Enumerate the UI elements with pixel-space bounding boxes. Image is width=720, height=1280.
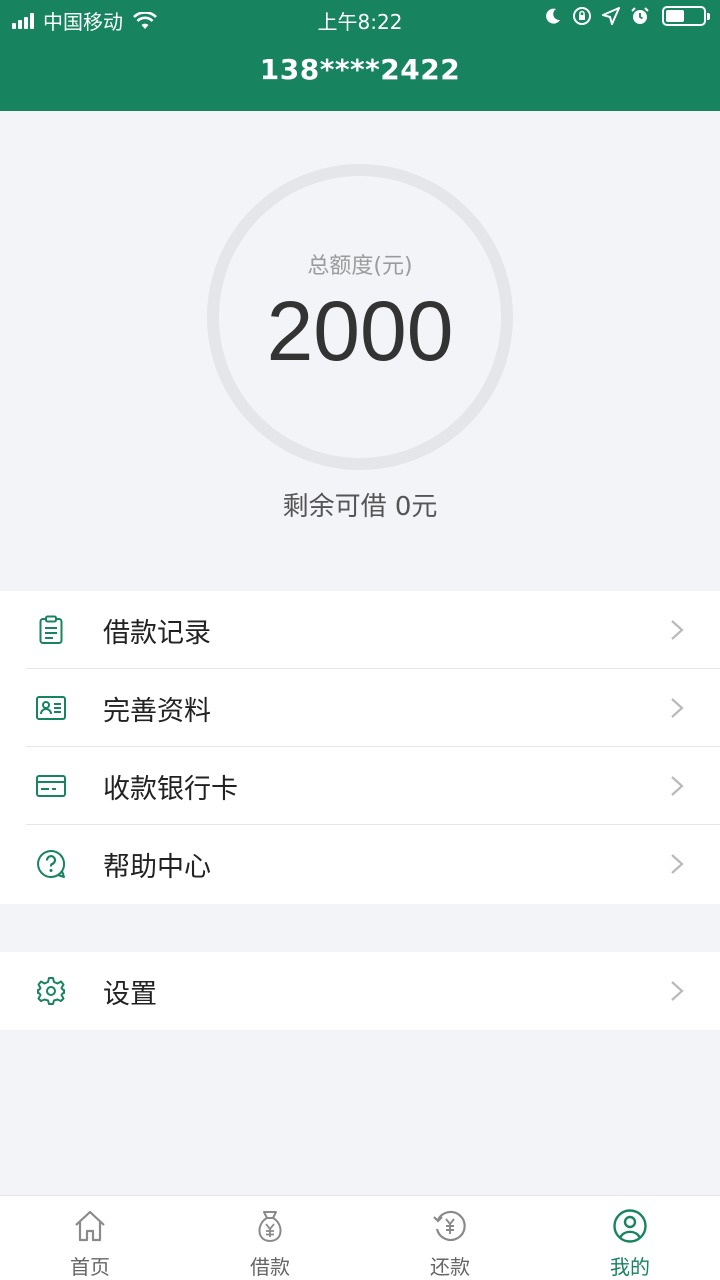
tab-label: 首页 (70, 1255, 110, 1279)
tab-label: 我的 (610, 1255, 650, 1279)
status-bar: 中国移动 上午8:22 (0, 0, 720, 38)
gear-icon (37, 977, 65, 1005)
menu-item-bank-card[interactable]: 收款银行卡 (0, 747, 720, 825)
battery-fill (666, 10, 684, 22)
menu-item-label: 收款银行卡 (103, 773, 238, 805)
tab-borrow[interactable]: 借款 (180, 1196, 360, 1280)
id-card-icon (36, 696, 66, 720)
battery-icon (662, 6, 710, 26)
alarm-icon (631, 7, 649, 24)
help-chat-icon (37, 849, 66, 878)
user-icon (613, 1209, 647, 1243)
menu-item-settings[interactable]: 设置 (0, 952, 720, 1030)
bottom-tab-bar: 首页 借款 还款 我的 (0, 1195, 720, 1280)
menu-item-complete-profile[interactable]: 完善资料 (0, 669, 720, 747)
chevron-right-icon (671, 698, 684, 718)
menu-group: 借款记录 完善资料 收款银行卡 帮助中心 (0, 591, 720, 904)
clipboard-icon (39, 615, 63, 644)
remaining-credit: 剩余可借 0元 (282, 492, 438, 522)
menu-item-label: 借款记录 (103, 617, 211, 649)
rotation-lock-icon (573, 7, 591, 25)
menu-item-loan-records[interactable]: 借款记录 (0, 591, 720, 669)
tab-home[interactable]: 首页 (0, 1196, 180, 1280)
credit-summary: 总额度(元) 2000 剩余可借 0元 (0, 111, 720, 591)
settings-group: 设置 (0, 952, 720, 1030)
money-bag-icon (258, 1211, 282, 1243)
chevron-right-icon (671, 776, 684, 796)
menu-item-label: 完善资料 (103, 695, 211, 727)
tab-label: 借款 (250, 1255, 290, 1279)
repay-icon (433, 1210, 466, 1242)
moon-icon (546, 8, 560, 24)
battery-nub (707, 13, 710, 20)
chevron-right-icon (671, 854, 684, 874)
tab-label: 还款 (430, 1255, 470, 1279)
app-header: 中国移动 上午8:22 138****2422 (0, 0, 720, 111)
tab-repay[interactable]: 还款 (360, 1196, 540, 1280)
page-title: 138****2422 (259, 53, 461, 86)
home-icon (75, 1210, 105, 1242)
tab-mine[interactable]: 我的 (540, 1196, 720, 1280)
chevron-right-icon (671, 620, 684, 640)
credit-label: 总额度(元) (307, 254, 413, 279)
credit-amount: 2000 (266, 284, 454, 378)
status-right (534, 6, 710, 26)
menu-item-help-center[interactable]: 帮助中心 (0, 825, 720, 903)
menu-item-label: 帮助中心 (103, 851, 211, 883)
chevron-right-icon (671, 981, 684, 1001)
menu-item-label: 设置 (103, 978, 157, 1010)
bank-card-icon (36, 775, 66, 797)
location-arrow-icon (602, 7, 620, 25)
